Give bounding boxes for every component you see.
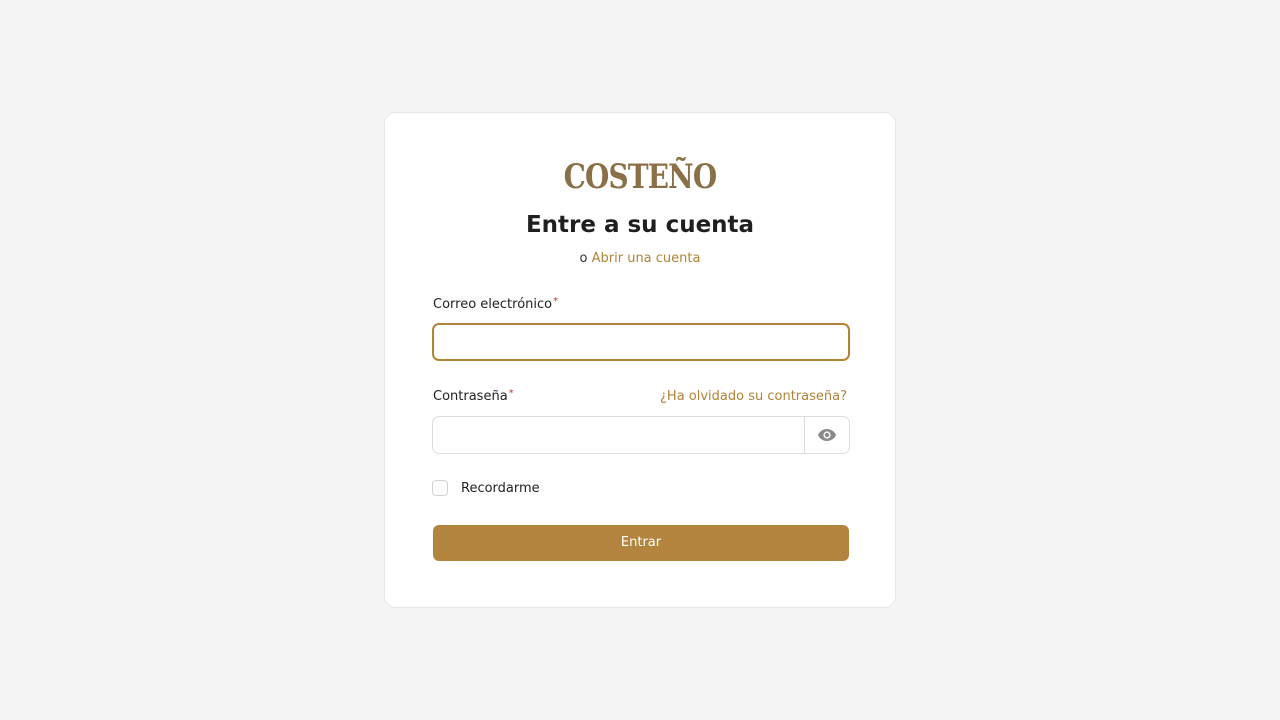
forgot-password-link[interactable]: ¿Ha olvidado su contraseña? xyxy=(660,387,847,407)
signup-link[interactable]: Abrir una cuenta xyxy=(592,251,701,266)
password-label: Contraseña* xyxy=(433,387,514,407)
login-button[interactable]: Entrar xyxy=(433,525,849,561)
email-label: Correo electrónico* xyxy=(433,295,558,315)
login-card: COSTEÑO Entre a su cuenta o Abrir una cu… xyxy=(384,112,896,608)
password-group xyxy=(432,416,850,454)
remember-checkbox[interactable] xyxy=(432,480,448,496)
eye-icon xyxy=(818,429,836,441)
signup-prefix: o xyxy=(579,251,588,266)
required-marker: * xyxy=(508,388,514,399)
brand-logo: COSTEÑO xyxy=(563,157,717,197)
email-field[interactable] xyxy=(432,323,850,361)
show-password-button[interactable] xyxy=(804,417,849,453)
password-label-text: Contraseña xyxy=(433,389,508,404)
page-title: Entre a su cuenta xyxy=(525,212,755,238)
required-marker: * xyxy=(553,296,559,307)
password-field[interactable] xyxy=(433,417,804,453)
remember-label: Recordarme xyxy=(461,481,540,496)
email-label-text: Correo electrónico xyxy=(433,297,553,312)
signup-prompt: o Abrir una cuenta xyxy=(385,249,895,269)
